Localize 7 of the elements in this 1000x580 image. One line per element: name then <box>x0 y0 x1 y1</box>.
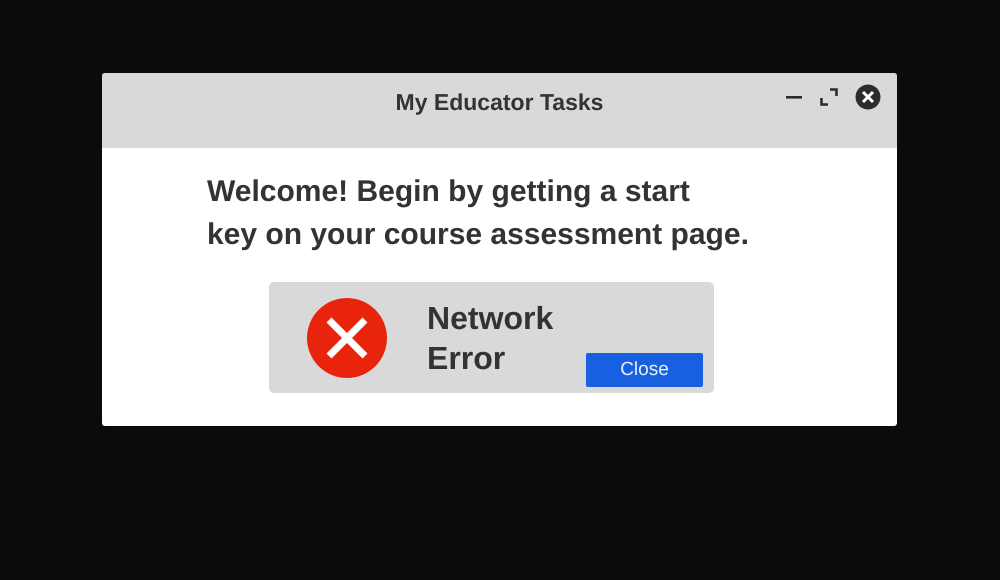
maximize-icon[interactable] <box>819 87 839 107</box>
close-button[interactable]: Close <box>586 353 703 387</box>
window-title: My Educator Tasks <box>396 89 604 116</box>
welcome-message: Welcome! Begin by getting a start key on your course assessment page. <box>207 174 750 253</box>
error-text: Network Error <box>427 298 554 378</box>
error-icon <box>307 298 387 378</box>
close-icon[interactable] <box>855 84 881 110</box>
